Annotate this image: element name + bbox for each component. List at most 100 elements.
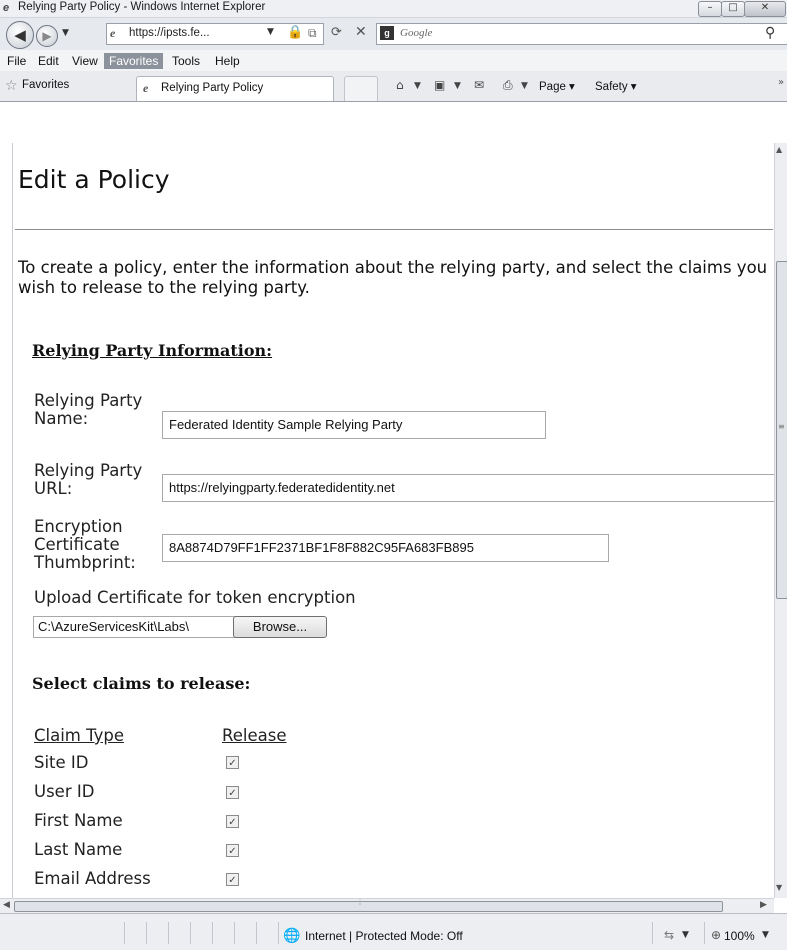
menu-help[interactable]: Help [210,53,245,69]
relying-party-heading: Relying Party Information: [32,341,273,360]
release-column-header: Release [222,726,287,745]
status-divider [212,922,213,944]
status-divider [234,922,235,944]
rp-name-label: Relying Party Name: [34,391,143,428]
scroll-grip-icon: ≡ [778,422,785,431]
vertical-scroll-thumb[interactable]: ≡ [776,261,787,599]
scroll-down-icon[interactable]: ▼ [776,883,782,892]
safety-menu-button[interactable]: Safety ▾ [595,79,637,93]
back-icon[interactable]: ◀ [6,21,34,49]
address-dropdown-icon[interactable]: ▼ [267,27,274,37]
zoom-dropdown-icon[interactable]: ▼ [762,930,769,940]
forward-icon[interactable]: ▶ [36,25,58,47]
lock-icon[interactable]: 🔒 [287,25,303,40]
globe-icon: 🌐 [283,928,301,944]
status-divider [652,922,653,944]
status-divider [704,922,705,944]
claim-last-name-label: Last Name [34,840,123,859]
page-menu-button[interactable]: Page ▾ [539,79,575,93]
new-tab-button[interactable] [344,76,378,101]
addon-icon[interactable]: ⇆ [664,928,674,942]
rp-url-label: Relying Party URL: [34,461,143,498]
search-placeholder[interactable]: Google [400,27,432,39]
tab-page-icon: e [143,81,149,95]
vertical-scrollbar[interactable]: ▲ ≡ ▼ [774,143,787,898]
claim-type-column-header: Claim Type [34,726,125,745]
status-divider [168,922,169,944]
status-divider [124,922,125,944]
claim-first-name-label: First Name [34,811,123,830]
horizontal-scrollbar[interactable]: ◀ ⦙ ▶ [0,898,774,913]
search-icon[interactable]: ⚲ [765,25,775,41]
menu-favorites[interactable]: Favorites [104,53,164,69]
menu-edit[interactable]: Edit [33,53,64,69]
tab-label: Relying Party Policy [161,82,264,94]
home-dropdown-icon[interactable]: ▼ [414,81,421,91]
menu-view[interactable]: View [67,53,103,69]
claim-last-name-checkbox[interactable]: ✓ [226,844,239,857]
stop-icon[interactable]: ✕ [355,24,367,40]
toolbar-overflow-icon[interactable]: » [778,77,784,88]
claims-heading: Select claims to release: [32,674,251,693]
thumbprint-label: Encryption Certificate Thumbprint: [34,517,136,572]
zoom-icon[interactable]: ⊕ [711,928,721,942]
print-dropdown-icon[interactable]: ▼ [521,81,528,91]
claim-user-id-label: User ID [34,782,95,801]
content-frame [0,101,787,142]
menu-tools[interactable]: Tools [167,53,205,69]
status-divider [256,922,257,944]
mail-icon[interactable]: ✉ [474,78,484,92]
print-icon[interactable]: ⎙ [503,78,513,93]
scroll-up-icon[interactable]: ▲ [776,145,782,154]
intro-text: To create a policy, enter the informatio… [18,258,768,297]
browse-button[interactable]: Browse... [233,616,327,638]
star-icon[interactable]: ☆ [5,78,18,94]
claim-site-id-label: Site ID [34,753,89,772]
scroll-right-icon[interactable]: ▶ [760,900,767,910]
claim-first-name-checkbox[interactable]: ✓ [226,815,239,828]
status-divider [278,922,279,944]
page-icon: e [110,26,116,40]
tab-bar: ☆ Favorites e Relying Party Policy ⌂ ▼ ▣… [0,71,787,102]
tab-relying-party-policy[interactable]: e Relying Party Policy [136,76,334,102]
claim-site-id-checkbox[interactable]: ✓ [226,756,239,769]
scroll-left-icon[interactable]: ◀ [3,900,10,910]
claim-email-checkbox[interactable]: ✓ [226,873,239,886]
home-icon[interactable]: ⌂ [396,78,404,92]
address-text[interactable]: https://ipsts.fe... [129,27,210,39]
security-zone-text[interactable]: Internet | Protected Mode: Off [305,929,463,943]
horizontal-scroll-thumb[interactable]: ⦙ [14,898,723,912]
menu-bar: File Edit View Favorites Tools Help [0,50,787,71]
rp-url-input[interactable]: https://relyingparty.federatedidentity.n… [162,474,778,502]
google-logo-icon: g [380,26,394,40]
scroll-grip-icon: ⦙ [359,898,362,908]
rp-name-input[interactable]: Federated Identity Sample Relying Party [162,411,546,439]
feeds-icon[interactable]: ▣ [434,78,445,92]
feeds-dropdown-icon[interactable]: ▼ [454,81,461,91]
status-divider [146,922,147,944]
window-title: Relying Party Policy - Windows Internet … [18,1,266,13]
claim-email-label: Email Address [34,869,151,888]
upload-certificate-label: Upload Certificate for token encryption [34,588,356,607]
favorites-button[interactable]: Favorites [22,79,69,91]
address-field[interactable]: e https://ipsts.fe... ▼ 🔒 ⧉ [106,23,324,45]
addon-dropdown-icon[interactable]: ▼ [682,930,689,940]
zoom-level[interactable]: 100% [724,929,755,943]
compatibility-view-icon[interactable]: ⧉ [308,26,317,41]
claim-user-id-checkbox[interactable]: ✓ [226,786,239,799]
close-button[interactable]: ✕ [744,1,786,17]
minimize-button[interactable]: – [698,1,722,17]
refresh-icon[interactable]: ⟳ [331,25,342,40]
search-field[interactable]: g Google ⚲ [376,23,787,45]
thumbprint-input[interactable]: 8A8874D79FF1FF2371BF1F8F882C95FA683FB895 [162,534,609,562]
title-divider [15,229,773,230]
menu-file[interactable]: File [2,53,31,69]
page-title: Edit a Policy [18,165,170,194]
title-bar: e Relying Party Policy - Windows Interne… [0,0,787,18]
status-divider [190,922,191,944]
recent-pages-dropdown-icon[interactable]: ▼ [62,28,69,38]
ie-logo-icon: e [3,2,10,14]
maximize-button[interactable]: □ [721,1,745,17]
certificate-file-input[interactable]: C:\AzureServicesKit\Labs\ [33,616,237,638]
address-toolbar: ◀ ▶ ▼ e https://ipsts.fe... ▼ 🔒 ⧉ ⟳ ✕ g … [0,18,787,50]
